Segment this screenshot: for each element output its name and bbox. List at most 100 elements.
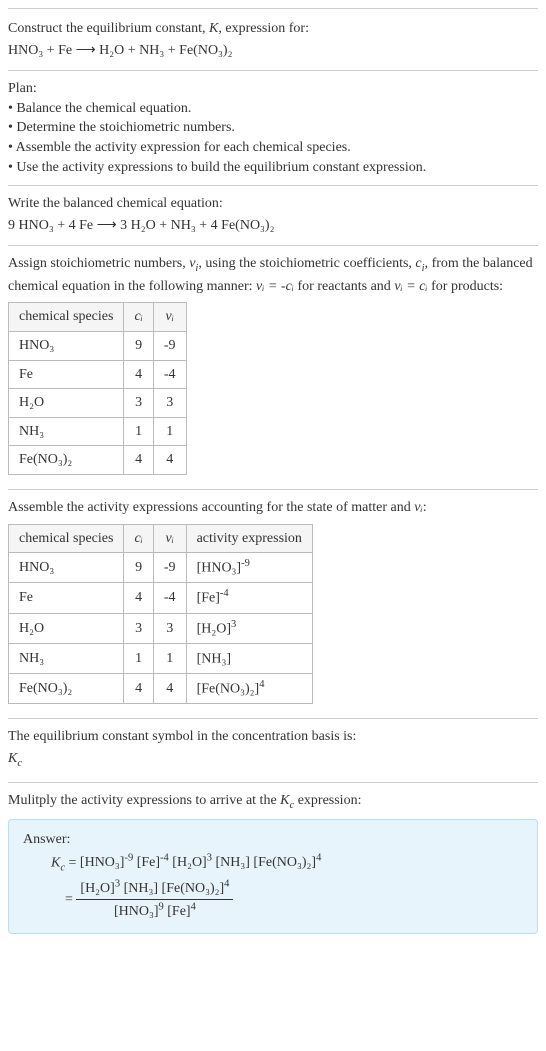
cell: [HNO₃]-9	[186, 553, 312, 583]
k-symbol: K	[51, 855, 60, 870]
th-ci: cᵢ	[124, 303, 153, 332]
assemble-text: Assemble the activity expressions accoun…	[8, 498, 538, 518]
answer-line1: Kc = [HNO₃]-9 [Fe]-4 [H₂O]3 [NH₃] [Fe(NO…	[51, 852, 523, 876]
expr-sup: 3	[231, 619, 236, 630]
expr-base: [NH₃]	[197, 652, 231, 667]
cell: NH₃	[9, 643, 124, 673]
expr-sup: -4	[220, 588, 229, 599]
sup: 4	[191, 901, 196, 912]
eqconst-text: The equilibrium constant symbol in the c…	[8, 727, 538, 747]
term: [Fe(NO₃)₂]4	[158, 881, 229, 896]
assign-t2: , using the stoichiometric coefficients,	[198, 256, 415, 271]
header-text1b: , expression for:	[218, 21, 309, 36]
plan-item: • Assemble the activity expression for e…	[8, 138, 538, 158]
cell: -9	[153, 553, 186, 583]
expr-base: [HNO₃]	[197, 561, 242, 576]
assign-t1: Assign stoichiometric numbers,	[8, 256, 189, 271]
eq2: νᵢ = cᵢ	[394, 279, 427, 294]
multiply-t2: expression:	[294, 793, 361, 808]
cell: 4	[124, 446, 153, 475]
table-row: Fe(NO₃)₂44	[9, 446, 187, 475]
eqconst-section: The equilibrium constant symbol in the c…	[8, 718, 538, 781]
eq1: νᵢ = -cᵢ	[256, 279, 294, 294]
cell: Fe	[9, 360, 124, 389]
th-activity: activity expression	[186, 524, 312, 553]
cell: -9	[153, 332, 186, 361]
table-row: H₂O33[H₂O]3	[9, 613, 313, 643]
cell: -4	[153, 360, 186, 389]
k-symbol: K	[280, 793, 289, 808]
expr-sup: 4	[259, 679, 264, 690]
term: [Fe]-4	[133, 855, 169, 870]
multiply-section: Mulitply the activity expressions to arr…	[8, 782, 538, 943]
numerator: [H₂O]3 [NH₃] [Fe(NO₃)₂]4	[76, 878, 233, 900]
expr-base: [Fe]	[197, 591, 220, 606]
th-species: chemical species	[9, 524, 124, 553]
sup: -4	[160, 853, 169, 864]
header-equation: HNO₃ + Fe ⟶ H₂O + NH₃ + Fe(NO₃)₂	[8, 41, 538, 61]
table-row: HNO₃9-9[HNO₃]-9	[9, 553, 313, 583]
cell: 4	[124, 674, 153, 704]
cell: 1	[153, 417, 186, 446]
table-row: HNO₃9-9	[9, 332, 187, 361]
k-sub: c	[17, 758, 22, 769]
cell: Fe(NO₃)₂	[9, 674, 124, 704]
term: [NH₃]	[212, 855, 250, 870]
cell: Fe	[9, 583, 124, 613]
cell: 9	[124, 553, 153, 583]
cell: 4	[153, 446, 186, 475]
header-section: Construct the equilibrium constant, K, e…	[8, 8, 538, 70]
multiply-text: Mulitply the activity expressions to arr…	[8, 791, 538, 813]
k-symbol: K	[8, 751, 17, 766]
cell: [H₂O]3	[186, 613, 312, 643]
expr-sup: -9	[241, 558, 250, 569]
cell: 4	[124, 583, 153, 613]
th-nui: νᵢ	[153, 524, 186, 553]
assign-section: Assign stoichiometric numbers, νi, using…	[8, 245, 538, 489]
base: [Fe]	[164, 904, 191, 919]
cell: H₂O	[9, 389, 124, 418]
assemble-t2: :	[423, 500, 427, 515]
k-symbol: K	[209, 21, 218, 36]
expr-base: [Fe(NO₃)₂]	[197, 682, 260, 697]
fraction: [H₂O]3 [NH₃] [Fe(NO₃)₂]4 [HNO₃]9 [Fe]4	[76, 878, 233, 922]
cell: NH₃	[9, 417, 124, 446]
base: [H₂O]	[169, 855, 207, 870]
balanced-equation: 9 HNO₃ + 4 Fe ⟶ 3 H₂O + NH₃ + 4 Fe(NO₃)₂	[8, 216, 538, 236]
assign-text: Assign stoichiometric numbers, νi, using…	[8, 254, 538, 296]
term: [Fe(NO₃)₂]4	[250, 855, 321, 870]
cell: H₂O	[9, 613, 124, 643]
cell: 9	[124, 332, 153, 361]
sup: 4	[224, 879, 229, 890]
cell: 4	[124, 360, 153, 389]
cell: 4	[153, 674, 186, 704]
answer-body: Kc = [HNO₃]-9 [Fe]-4 [H₂O]3 [NH₃] [Fe(NO…	[23, 852, 523, 922]
assign-t5: for products:	[428, 279, 503, 294]
base: [NH₃]	[120, 881, 158, 896]
balanced-section: Write the balanced chemical equation: 9 …	[8, 185, 538, 245]
answer-line2: = [H₂O]3 [NH₃] [Fe(NO₃)₂]4 [HNO₃]9 [Fe]4	[51, 878, 523, 922]
plan-item: • Determine the stoichiometric numbers.	[8, 118, 538, 138]
th-ci: cᵢ	[124, 524, 153, 553]
cell: HNO₃	[9, 332, 124, 361]
sup: -9	[124, 853, 133, 864]
cell: [Fe]-4	[186, 583, 312, 613]
assemble-t1: Assemble the activity expressions accoun…	[8, 500, 414, 515]
table-row: H₂O33	[9, 389, 187, 418]
base: [Fe(NO₃)₂]	[250, 855, 316, 870]
multiply-t1: Mulitply the activity expressions to arr…	[8, 793, 280, 808]
cell: [Fe(NO₃)₂]4	[186, 674, 312, 704]
cell: HNO₃	[9, 553, 124, 583]
plan-title: Plan:	[8, 79, 538, 99]
activity-table: chemical species cᵢ νᵢ activity expressi…	[8, 524, 313, 705]
term: [Fe]4	[164, 904, 196, 919]
table-row: Fe4 -4[Fe]-4	[9, 583, 313, 613]
plan-section: Plan: • Balance the chemical equation. •…	[8, 70, 538, 185]
base: [Fe(NO₃)₂]	[158, 881, 224, 896]
term: [HNO₃]-9	[80, 855, 133, 870]
nu-symbol: νᵢ	[414, 500, 422, 515]
sup: 4	[316, 853, 321, 864]
plan-item: • Use the activity expressions to build …	[8, 158, 538, 178]
cell: Fe(NO₃)₂	[9, 446, 124, 475]
base: [H₂O]	[80, 881, 114, 896]
